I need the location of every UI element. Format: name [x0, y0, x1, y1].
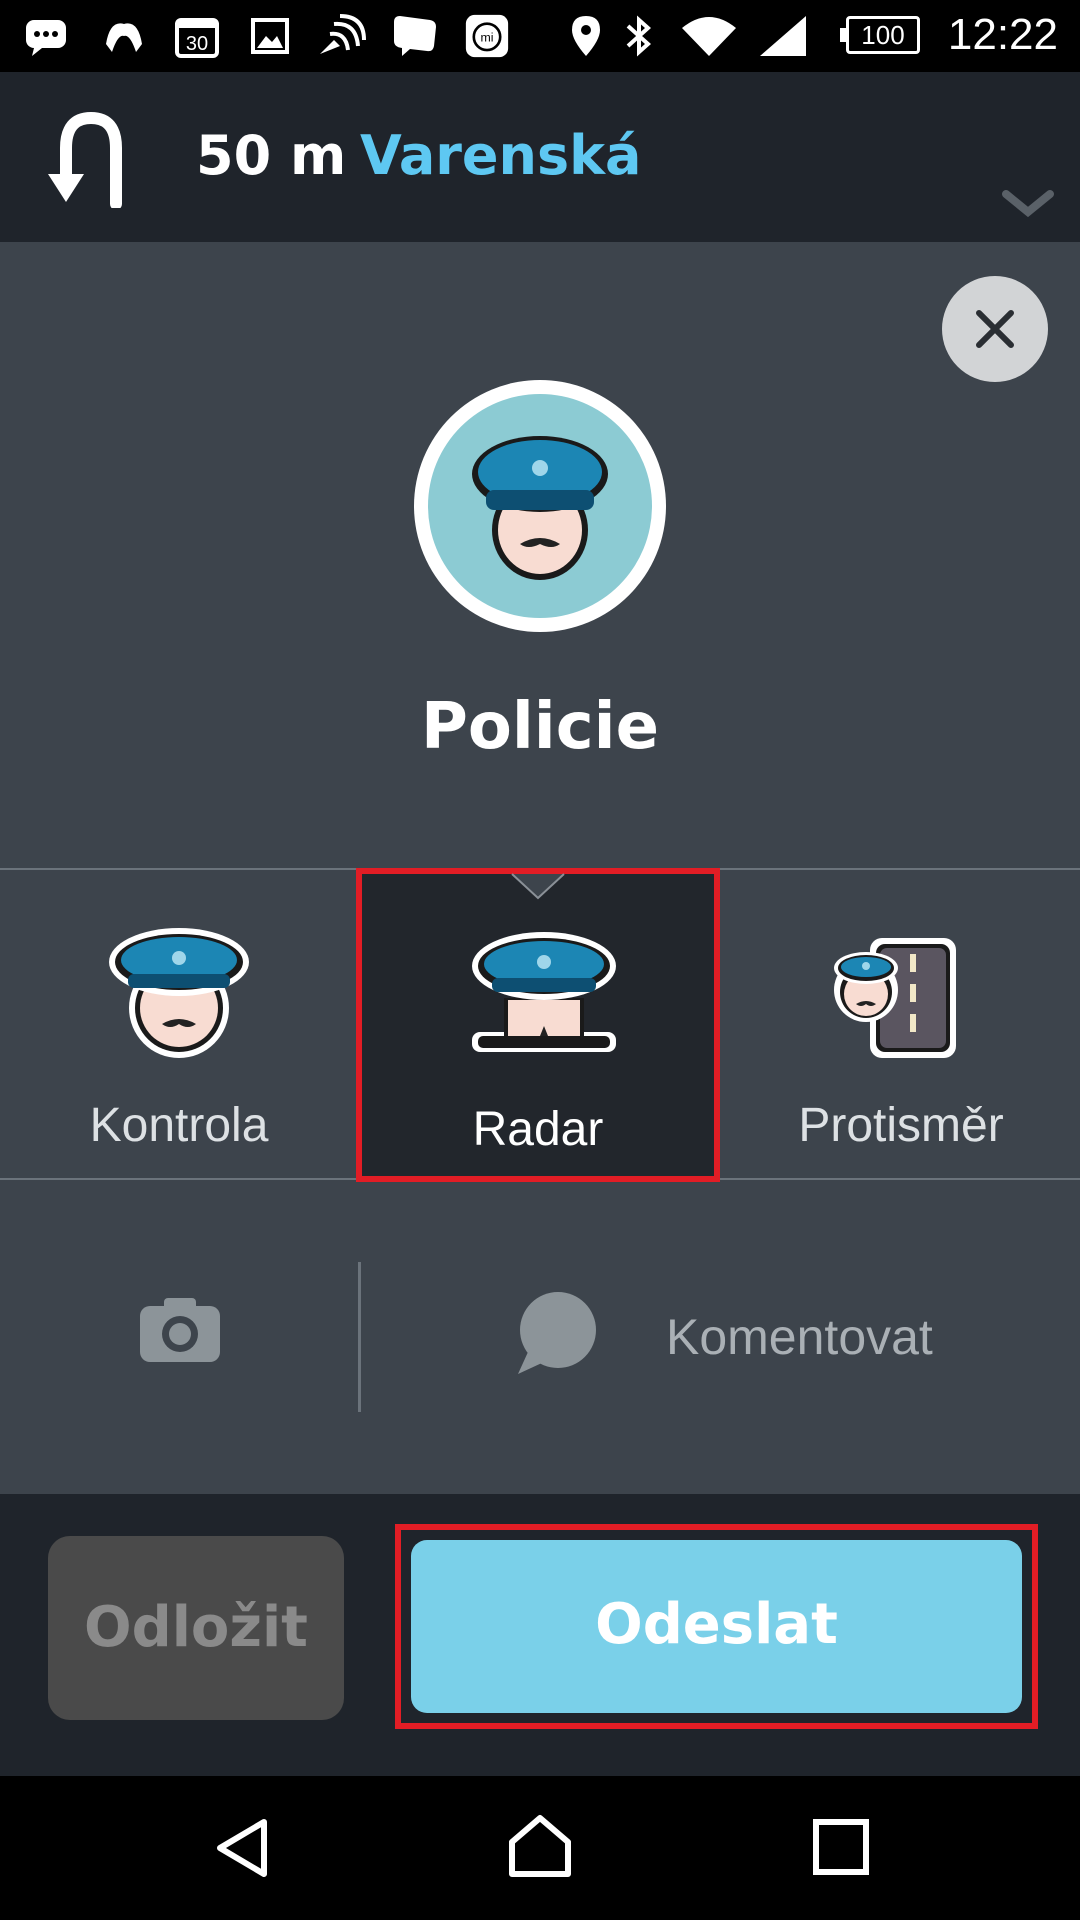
camera-icon — [140, 1298, 220, 1362]
close-button[interactable] — [942, 276, 1048, 382]
home-icon[interactable] — [506, 1812, 574, 1880]
option-label: Protisměr — [798, 1099, 1004, 1152]
image-icon — [251, 18, 289, 54]
navigation-banner[interactable]: 50 m Varenská — [0, 72, 1080, 242]
police-officer-icon — [109, 928, 249, 1058]
svg-text:30: 30 — [186, 33, 208, 55]
bluetooth-icon — [626, 15, 651, 57]
option-kontrola[interactable]: Kontrola — [0, 870, 358, 1178]
location-icon — [572, 16, 600, 56]
subcategory-row: Kontrola Radar Protisměr — [0, 868, 1080, 1182]
back-icon[interactable] — [212, 1816, 272, 1880]
clock: 12:22 — [947, 10, 1058, 59]
mi-icon: mi — [465, 14, 509, 58]
option-protismer[interactable]: Protisměr — [722, 870, 1080, 1178]
status-bar: 30 mi 100 12:22 — [0, 0, 1080, 72]
send-button-highlight: Odeslat — [395, 1524, 1038, 1729]
signal-icon — [760, 16, 806, 56]
chat-notification-icon — [26, 20, 66, 56]
u-turn-icon — [48, 111, 122, 208]
option-label: Radar — [472, 1103, 604, 1156]
turn-distance: 50 m — [196, 124, 347, 187]
battery-icon: 100 — [840, 16, 920, 54]
close-icon — [976, 310, 1014, 348]
app-icon — [106, 23, 142, 52]
report-title: Policie — [420, 690, 660, 764]
police-officer-icon — [472, 436, 608, 580]
system-navigation-bar — [0, 1776, 1080, 1920]
selected-caret — [511, 873, 565, 900]
battery-level: 100 — [861, 20, 905, 50]
chevron-down-icon[interactable] — [1002, 190, 1054, 220]
calendar-icon: 30 — [175, 18, 219, 58]
comment-label: Komentovat — [666, 1309, 933, 1365]
send-button[interactable]: Odeslat — [411, 1540, 1022, 1713]
category-avatar — [414, 380, 666, 632]
option-label: Kontrola — [89, 1099, 269, 1152]
later-button[interactable]: Odložit — [48, 1536, 344, 1720]
comment-bubble-icon — [518, 1292, 596, 1374]
divider — [358, 1262, 361, 1412]
recents-icon[interactable] — [812, 1818, 870, 1876]
messages-icon — [394, 16, 436, 56]
cast-icon — [320, 14, 366, 54]
option-radar[interactable]: Radar — [356, 868, 720, 1182]
street-name: Varenská — [360, 124, 642, 187]
police-opposite-lane-icon — [834, 938, 956, 1058]
camera-button[interactable] — [120, 1280, 240, 1390]
svg-text:mi: mi — [481, 30, 494, 44]
wifi-icon — [682, 17, 736, 56]
police-radar-icon — [472, 932, 616, 1052]
